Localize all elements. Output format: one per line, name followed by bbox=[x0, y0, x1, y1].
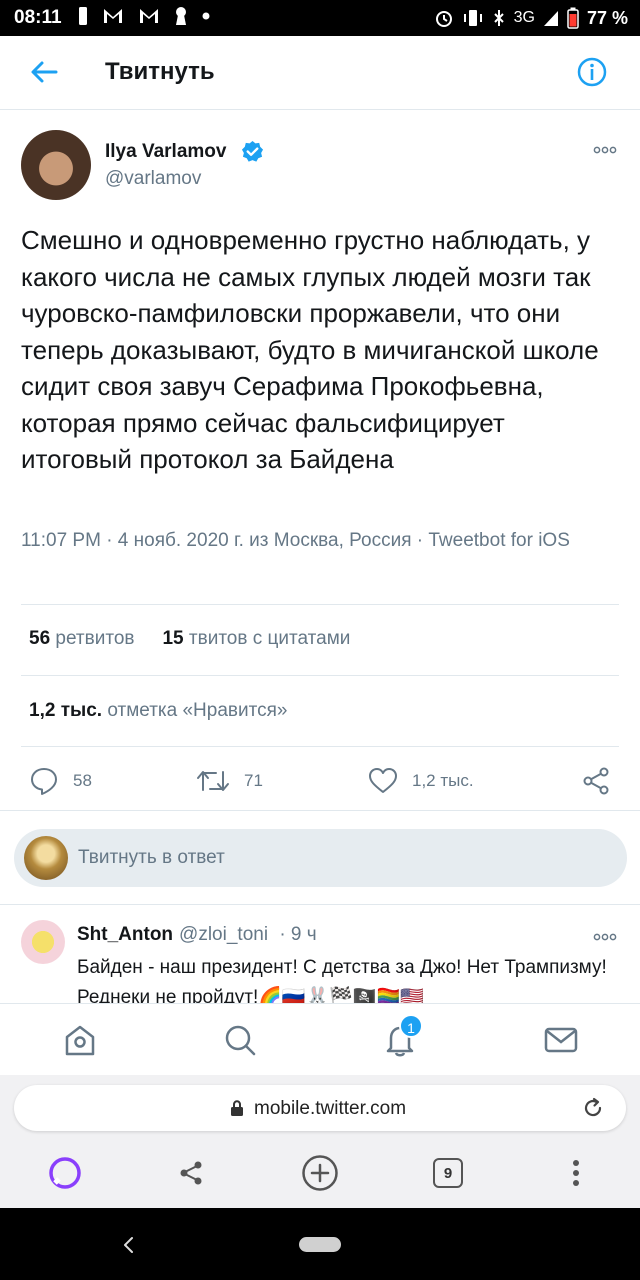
reply-author-handle[interactable]: @zloi_toni bbox=[179, 924, 268, 945]
reply-time: · 9 ч bbox=[279, 924, 317, 945]
alice-button[interactable] bbox=[45, 1153, 85, 1193]
gmail-icon bbox=[104, 9, 122, 23]
home-icon[interactable] bbox=[62, 1022, 98, 1058]
like-button[interactable]: 1,2 тыс. bbox=[368, 766, 474, 796]
signal-icon bbox=[543, 11, 558, 26]
reply-icon bbox=[31, 768, 57, 795]
verified-badge-icon bbox=[241, 140, 264, 162]
alarm-icon bbox=[435, 11, 452, 27]
dot-icon bbox=[202, 12, 210, 20]
share-page-button[interactable] bbox=[171, 1153, 211, 1193]
network-type: 3G bbox=[513, 9, 535, 26]
retweets-link[interactable]: 56 ретвитов bbox=[29, 628, 134, 649]
keyhole-icon bbox=[176, 7, 186, 25]
divider bbox=[0, 810, 640, 811]
like-count: 1,2 тыс. bbox=[412, 771, 474, 790]
notification-icon bbox=[79, 7, 87, 25]
divider bbox=[21, 604, 619, 605]
tweet-meta: 11:07 PM · 4 нояб. 2020 г. из Москва, Ро… bbox=[21, 530, 570, 551]
author-name[interactable]: Ilya Varlamov bbox=[105, 141, 226, 163]
reload-icon[interactable] bbox=[582, 1097, 604, 1119]
quotes-link[interactable]: 15 твитов с цитатами bbox=[162, 628, 350, 649]
kebab-menu-icon bbox=[573, 1160, 579, 1186]
url-text: mobile.twitter.com bbox=[254, 1098, 407, 1119]
bottom-nav: 1 bbox=[0, 1003, 640, 1075]
browser-menu-button[interactable] bbox=[556, 1153, 596, 1193]
alice-icon bbox=[49, 1157, 81, 1189]
gmail-icon bbox=[140, 9, 158, 23]
reply-author-name[interactable]: Sht_Anton bbox=[77, 924, 173, 945]
author-handle[interactable]: @varlamov bbox=[105, 168, 201, 190]
system-back-icon[interactable] bbox=[122, 1236, 136, 1254]
user-avatar bbox=[24, 836, 68, 880]
retweet-icon bbox=[197, 771, 229, 791]
lock-icon bbox=[231, 1100, 243, 1116]
reply-placeholder: Твитнуть в ответ bbox=[78, 847, 225, 868]
divider bbox=[21, 675, 619, 676]
search-icon[interactable] bbox=[222, 1022, 258, 1058]
reply-button[interactable]: 58 bbox=[29, 766, 92, 796]
battery-level: 77 % bbox=[586, 7, 628, 28]
page-title: Твитнуть bbox=[105, 58, 215, 85]
page-header: Твитнуть bbox=[0, 36, 640, 110]
status-time: 08:11 bbox=[14, 7, 62, 28]
tabs-count: 9 bbox=[433, 1158, 463, 1188]
more-options-icon[interactable] bbox=[592, 927, 618, 947]
battery-icon bbox=[567, 7, 579, 29]
retweet-stats: 56 ретвитов 15 твитов с цитатами bbox=[29, 628, 350, 650]
vibrate-icon bbox=[463, 10, 482, 26]
reply-author-avatar[interactable] bbox=[21, 920, 65, 964]
retweet-button[interactable]: 71 bbox=[196, 766, 263, 796]
back-arrow-icon[interactable] bbox=[28, 56, 60, 88]
divider bbox=[21, 746, 619, 747]
notifications-badge: 1 bbox=[399, 1014, 423, 1038]
new-tab-button[interactable] bbox=[300, 1153, 340, 1193]
share-icon bbox=[180, 1161, 202, 1185]
tabs-button[interactable]: 9 bbox=[428, 1153, 468, 1193]
reply-header: Sht_Anton @zloi_toni · 9 ч bbox=[77, 924, 317, 946]
plus-icon bbox=[302, 1155, 338, 1191]
system-nav-bar bbox=[0, 1208, 640, 1280]
retweet-count: 71 bbox=[244, 771, 263, 790]
info-icon[interactable] bbox=[576, 56, 608, 88]
heart-icon bbox=[369, 768, 397, 793]
tweet-text: Смешно и одновременно грустно наблюдать,… bbox=[21, 225, 599, 474]
more-options-icon[interactable] bbox=[592, 140, 618, 160]
author-avatar[interactable] bbox=[21, 130, 91, 200]
status-bar: 08:11 3G 77 % bbox=[0, 0, 640, 36]
reply-input[interactable]: Твитнуть в ответ bbox=[14, 829, 627, 887]
reply-text: Байден - наш президент! С детства за Джо… bbox=[77, 957, 607, 1003]
url-bar[interactable]: mobile.twitter.com bbox=[14, 1085, 626, 1131]
messages-icon[interactable] bbox=[543, 1022, 579, 1058]
reply-count: 58 bbox=[73, 771, 92, 790]
share-icon bbox=[583, 767, 609, 795]
tweet-actions: 58 71 1,2 тыс. bbox=[0, 762, 640, 802]
browser-toolbar: mobile.twitter.com 9 bbox=[0, 1075, 640, 1208]
share-button[interactable] bbox=[581, 766, 611, 796]
wifi-icon bbox=[493, 10, 504, 26]
likes-stats[interactable]: 1,2 тыс. отметка «Нравится» bbox=[29, 700, 287, 722]
system-home-pill[interactable] bbox=[299, 1237, 341, 1252]
reply-tweet[interactable]: Sht_Anton @zloi_toni · 9 ч Байден - наш п… bbox=[0, 905, 640, 1003]
